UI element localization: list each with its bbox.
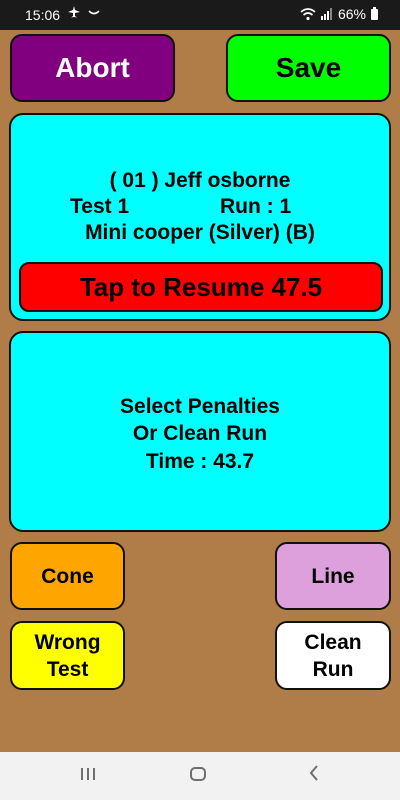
run-time: Time : 43.7 xyxy=(145,450,255,473)
clean-run-label-2: Run xyxy=(312,657,354,681)
smile-icon xyxy=(88,10,100,15)
back-icon[interactable] xyxy=(306,762,322,784)
wifi-icon xyxy=(300,7,316,20)
test-run-row: Test 1 Run : 1 xyxy=(11,195,389,219)
home-icon[interactable] xyxy=(190,767,206,781)
clean-run-label-1: Clean xyxy=(304,630,362,654)
battery-icon xyxy=(371,6,378,20)
driver-name: ( 01 ) Jeff osborne xyxy=(109,169,291,192)
test-number: Test 1 xyxy=(70,195,130,218)
run-number: Run : 1 xyxy=(220,195,292,218)
penalty-instruction-2: Or Clean Run xyxy=(132,422,268,445)
airplane-icon xyxy=(68,6,80,18)
recents-icon[interactable] xyxy=(78,764,98,784)
clean-run-button[interactable]: Clean Run xyxy=(275,621,391,690)
status-left-icons xyxy=(67,5,101,19)
status-bar: 15:06 66% xyxy=(0,0,400,30)
car-details: Mini cooper (Silver) (B) xyxy=(85,221,315,244)
battery-percent: 66% xyxy=(337,6,366,22)
status-right: 66% xyxy=(300,6,378,22)
status-time: 15:06 xyxy=(25,7,61,23)
wrong-test-label-2: Test xyxy=(46,657,89,681)
navigation-bar xyxy=(0,752,400,800)
penalty-instruction: Select Penalties xyxy=(120,395,280,418)
line-button[interactable]: Line xyxy=(275,542,391,610)
cone-button[interactable]: Cone xyxy=(10,542,125,610)
wrong-test-label-1: Wrong xyxy=(34,630,101,654)
signal-icon xyxy=(320,8,332,20)
abort-button[interactable]: Abort xyxy=(10,34,175,102)
resume-button[interactable]: Tap to Resume 47.5 xyxy=(19,262,383,312)
penalty-panel: Select Penalties Or Clean Run Time : 43.… xyxy=(9,331,391,532)
driver-info-panel: ( 01 ) Jeff osborne Test 1 Run : 1 Mini … xyxy=(9,113,391,321)
save-button[interactable]: Save xyxy=(226,34,391,102)
wrong-test-button[interactable]: Wrong Test xyxy=(10,621,125,690)
